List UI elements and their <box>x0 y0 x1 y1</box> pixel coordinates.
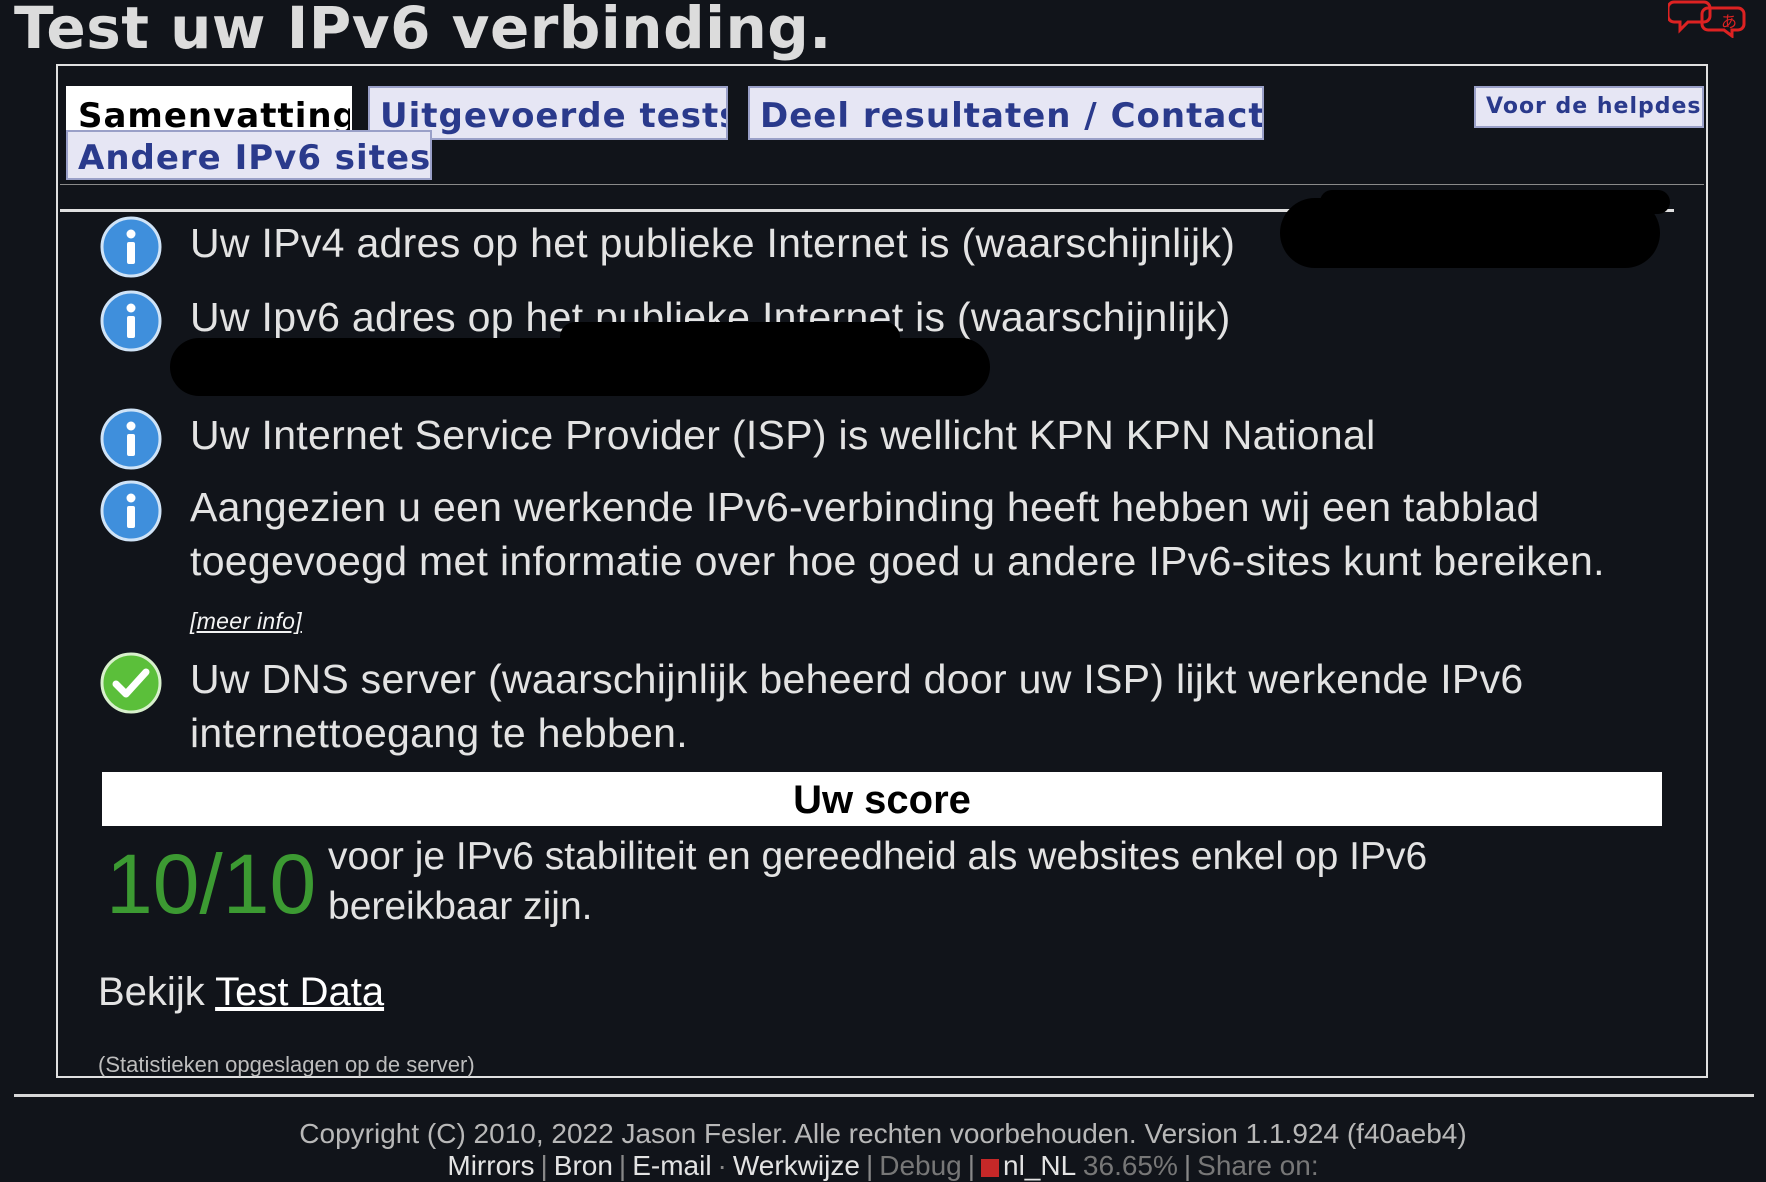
info-icon <box>100 290 162 352</box>
redaction-mark <box>1320 190 1670 214</box>
tab-divider <box>60 184 1704 185</box>
info-icon <box>100 216 162 278</box>
page-title: Test uw IPv6 verbinding. <box>14 0 832 62</box>
result-isp: Uw Internet Service Provider (ISP) is we… <box>100 408 1376 470</box>
info-icon <box>100 408 162 470</box>
test-data-prefix: Bekijk <box>98 970 216 1014</box>
result-dns-text: Uw DNS server (waarschijnlijk beheerd do… <box>190 656 1524 756</box>
footer-link-mirrors[interactable]: Mirrors <box>447 1150 534 1181</box>
tab-voor-de-helpdesk[interactable]: Voor de helpdesk <box>1474 86 1704 128</box>
result-ipv4-text: Uw IPv4 adres op het publieke Internet i… <box>190 220 1247 266</box>
footer-link-debug[interactable]: Debug <box>879 1150 962 1181</box>
footer-divider <box>14 1094 1754 1097</box>
result-ipv6-sites-text: Aangezien u een werkende IPv6-verbinding… <box>190 484 1605 584</box>
result-dns: Uw DNS server (waarschijnlijk beheerd do… <box>100 652 1660 760</box>
stats-note: (Statistieken opgeslagen op de server) <box>98 1052 475 1077</box>
meer-info-link[interactable]: [meer info] <box>190 608 302 634</box>
score-heading: Uw score <box>102 772 1662 826</box>
result-isp-text: Uw Internet Service Provider (ISP) is we… <box>190 412 1376 458</box>
info-icon <box>100 480 162 542</box>
footer-percent: 36.65% <box>1082 1150 1178 1181</box>
footer-link-werkwijze[interactable]: Werkwijze <box>733 1150 860 1181</box>
flag-icon <box>981 1158 1000 1177</box>
svg-text:あ: あ <box>1721 12 1737 31</box>
score-description: voor je IPv6 stabiliteit en gereedheid a… <box>328 835 1428 928</box>
test-data-line: Bekijk Test Data <box>98 970 384 1015</box>
footer-links: Mirrors | Bron | E-mail · Werkwijze | Debug | nl_N… <box>447 1150 1319 1181</box>
tab-deel-resultaten-contact[interactable]: Deel resultaten / Contact <box>748 86 1264 140</box>
check-icon <box>100 652 162 714</box>
footer-link-bron[interactable]: Bron <box>554 1150 613 1181</box>
score-value: 10/10 <box>106 837 317 931</box>
tab-andere-ipv6-sites[interactable]: Andere IPv6 sites <box>66 130 432 180</box>
footer-locale[interactable]: nl_NL <box>1003 1150 1075 1181</box>
redaction-mark <box>560 322 900 352</box>
footer-share: Share on: <box>1197 1150 1319 1181</box>
test-data-link[interactable]: Test Data <box>215 970 384 1014</box>
language-switch-icon[interactable]: あ <box>1668 0 1748 38</box>
copyright-text: Copyright (C) 2010, 2022 Jason Fesler. A… <box>299 1118 1467 1149</box>
footer-link-email[interactable]: E-mail <box>632 1150 711 1181</box>
result-ipv6-sites-info: Aangezien u een werkende IPv6-verbinding… <box>100 480 1660 648</box>
